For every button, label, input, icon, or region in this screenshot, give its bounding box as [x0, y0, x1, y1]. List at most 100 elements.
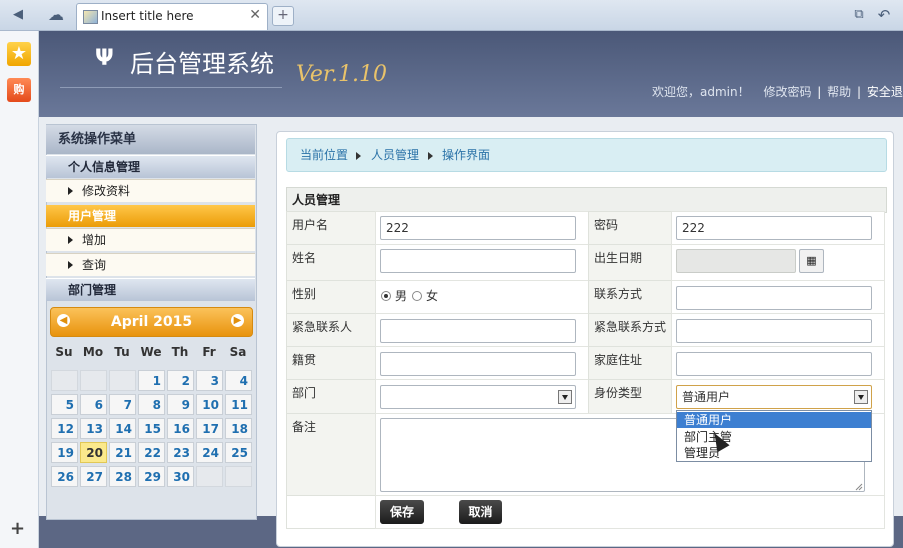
gender-female-radio[interactable] — [412, 291, 422, 301]
username-input[interactable]: 222 — [380, 216, 576, 240]
address-label: 家庭住址 — [588, 346, 672, 380]
contact-input[interactable] — [676, 286, 872, 310]
calendar-day[interactable]: 11 — [225, 394, 252, 415]
sidebar-group-department[interactable]: 部门管理 — [46, 278, 255, 301]
username-label: 用户名 — [286, 211, 376, 245]
calendar-day[interactable]: 9 — [167, 394, 194, 415]
calendar-day[interactable]: 30 — [167, 466, 194, 487]
calendar-day-today[interactable]: 20 — [80, 442, 107, 463]
browser-tab[interactable]: Insert title here ✕ — [76, 3, 268, 30]
calendar-day[interactable]: 1 — [138, 370, 165, 391]
favorites-star-icon[interactable]: ★ — [7, 42, 31, 66]
add-icon[interactable]: + — [10, 518, 25, 539]
calendar-day[interactable]: 26 — [51, 466, 78, 487]
emergency-phone-input[interactable] — [676, 319, 872, 343]
cancel-button[interactable]: 取消 — [459, 500, 502, 524]
breadcrumb-arrow-icon — [356, 152, 361, 160]
calendar-icon[interactable]: ▦ — [799, 249, 824, 273]
chevron-down-icon — [558, 390, 572, 404]
restore-window-icon[interactable]: ⧉ — [849, 6, 869, 24]
calendar-day[interactable]: 5 — [51, 394, 78, 415]
shopping-icon[interactable]: 购 — [7, 78, 31, 102]
cloud-icon[interactable]: ☁ — [46, 6, 66, 24]
change-password-link[interactable]: 修改密码 — [763, 85, 811, 99]
sidebar-title: 系统操作菜单 — [46, 125, 255, 154]
triangle-right-icon — [68, 187, 73, 195]
role-option-dept-manager[interactable]: 部门主管 — [677, 429, 871, 445]
new-tab-button[interactable]: + — [272, 6, 294, 26]
emergency-contact-label: 紧急联系人 — [286, 313, 376, 347]
department-select[interactable] — [380, 385, 576, 409]
sidebar-item-label: 修改资料 — [82, 184, 131, 198]
calendar-day[interactable]: 19 — [51, 442, 78, 463]
birthdate-input[interactable] — [676, 249, 796, 273]
calendar-day[interactable]: 15 — [138, 418, 165, 439]
calendar-day[interactable]: 28 — [109, 466, 136, 487]
role-select[interactable]: 普通用户 — [676, 385, 872, 409]
sidebar-item-edit-profile[interactable]: 修改资料 — [46, 179, 255, 202]
link-separator: | — [857, 85, 862, 99]
breadcrumb-level2[interactable]: 操作界面 — [442, 139, 490, 171]
logout-link[interactable]: 安全退出 — [867, 85, 903, 99]
breadcrumb-current: 当前位置 — [300, 148, 349, 162]
calendar-day[interactable]: 17 — [196, 418, 223, 439]
browser-tab-title: Insert title here — [101, 9, 194, 23]
undo-icon[interactable]: ↶ — [874, 6, 894, 24]
calendar-day[interactable]: 22 — [138, 442, 165, 463]
calendar-day[interactable]: 6 — [80, 394, 107, 415]
address-input[interactable] — [676, 352, 872, 376]
birthdate-label: 出生日期 — [588, 244, 672, 281]
calendar-day[interactable]: 7 — [109, 394, 136, 415]
emergency-contact-input[interactable] — [380, 319, 576, 343]
origin-label: 籍贯 — [286, 346, 376, 380]
breadcrumb-level1[interactable]: 人员管理 — [371, 139, 419, 171]
save-button[interactable]: 保存 — [380, 500, 424, 524]
sidebar-item-query[interactable]: 查询 — [46, 253, 255, 276]
origin-input[interactable] — [380, 352, 576, 376]
calendar-day[interactable]: 8 — [138, 394, 165, 415]
role-option-normal-user[interactable]: 普通用户 — [677, 412, 871, 428]
calendar-day[interactable]: 18 — [225, 418, 252, 439]
password-input[interactable]: 222 — [676, 216, 872, 240]
weekday-label: We — [140, 345, 162, 359]
close-tab-icon[interactable]: ✕ — [249, 7, 261, 23]
weekday-label: Fr — [202, 345, 216, 359]
calendar-day[interactable]: 12 — [51, 418, 78, 439]
role-selected-value: 普通用户 — [682, 390, 731, 404]
help-link[interactable]: 帮助 — [827, 85, 851, 99]
weekday-label: Su — [55, 345, 73, 359]
sidebar-item-add[interactable]: 增加 — [46, 228, 255, 251]
form-title: 人员管理 — [286, 187, 887, 213]
app-logo-icon: Ψ — [95, 46, 114, 71]
calendar-day[interactable]: 27 — [80, 466, 107, 487]
calendar-day[interactable]: 3 — [196, 370, 223, 391]
sidebar-group-personal[interactable]: 个人信息管理 — [46, 155, 255, 178]
weekday-label: Mo — [82, 345, 104, 359]
calendar-prev-icon[interactable]: ◀ — [57, 314, 70, 327]
calendar-day[interactable]: 2 — [167, 370, 194, 391]
back-icon[interactable]: ◀ — [8, 6, 28, 24]
calendar-next-icon[interactable]: ▶ — [231, 314, 244, 327]
calendar-day[interactable]: 23 — [167, 442, 194, 463]
calendar-day[interactable]: 14 — [109, 418, 136, 439]
calendar-day[interactable]: 29 — [138, 466, 165, 487]
calendar-day[interactable]: 13 — [80, 418, 107, 439]
name-label: 姓名 — [286, 244, 376, 281]
calendar-day[interactable]: 25 — [225, 442, 252, 463]
calendar-day[interactable]: 16 — [167, 418, 194, 439]
header-divider — [60, 87, 282, 88]
calendar-empty-cell — [80, 370, 107, 391]
calendar-day[interactable]: 10 — [196, 394, 223, 415]
calendar-day[interactable]: 21 — [109, 442, 136, 463]
role-option-admin[interactable]: 管理员 — [677, 445, 871, 461]
name-input[interactable] — [380, 249, 576, 273]
header-links: 欢迎您，admin！ 修改密码 | 帮助 | 安全退出 — [652, 83, 903, 100]
button-row — [375, 495, 885, 529]
gender-male-radio[interactable] — [381, 291, 391, 301]
resize-grip-icon[interactable] — [853, 481, 863, 491]
triangle-right-icon — [68, 261, 73, 269]
calendar-day[interactable]: 24 — [196, 442, 223, 463]
calendar-day[interactable]: 4 — [225, 370, 252, 391]
weekday-label: Tu — [114, 345, 130, 359]
sidebar-group-user-management[interactable]: 用户管理 — [46, 205, 255, 227]
